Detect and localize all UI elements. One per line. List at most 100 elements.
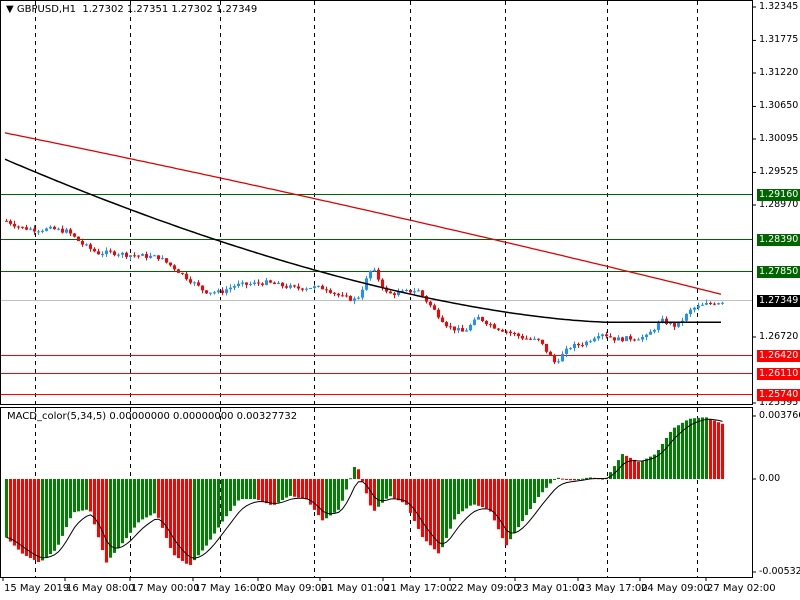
price-axis-label: 1.30650 <box>759 100 799 112</box>
candle-body <box>317 285 320 287</box>
macd-bar <box>441 479 444 548</box>
time-axis-label: 17 May 00:00 <box>131 583 200 594</box>
candle-body <box>73 233 76 237</box>
candle-body <box>201 285 204 291</box>
macd-bar <box>569 479 572 481</box>
candle-body <box>193 282 196 284</box>
time-axis-label: 22 May 09:00 <box>451 583 520 594</box>
candle-body <box>505 331 508 333</box>
macd-bar <box>429 479 432 546</box>
candle-body <box>117 254 120 256</box>
macd-bar <box>125 479 128 539</box>
macd-bar <box>425 479 428 542</box>
macd-bar <box>237 479 240 501</box>
macd-bar <box>561 478 564 480</box>
candle-body <box>517 333 520 337</box>
candle-body <box>49 226 52 229</box>
candle-body <box>325 289 328 291</box>
macd-bar <box>273 479 276 505</box>
macd-bar <box>289 479 292 496</box>
macd-bar <box>217 479 220 528</box>
macd-bar <box>149 479 152 516</box>
macd-bar <box>85 479 88 510</box>
macd-bar <box>489 479 492 512</box>
macd-bar <box>129 479 132 533</box>
candle-body <box>61 228 64 233</box>
time-axis-label: 20 May 09:00 <box>259 583 328 594</box>
macd-title: MACD_color(5,34,5) 0.00000000 0.00000000… <box>7 411 298 422</box>
candle-body <box>633 339 636 341</box>
candle-body <box>393 293 396 296</box>
macd-bar <box>121 479 124 544</box>
candle-body <box>665 318 668 324</box>
candle-body <box>645 334 648 337</box>
candle-body <box>541 339 544 344</box>
candle-body <box>701 304 704 306</box>
macd-bar <box>361 479 364 482</box>
candle-body <box>245 282 248 285</box>
time-axis-label: 27 May 02:00 <box>707 583 776 594</box>
macd-bar <box>641 460 644 479</box>
dropdown-triangle-icon[interactable]: ▼ <box>6 4 14 15</box>
macd-bar <box>349 478 352 480</box>
macd-bar <box>721 423 724 479</box>
candle-body <box>289 285 292 288</box>
candle-body <box>545 343 548 352</box>
macd-bar <box>185 479 188 564</box>
macd-bar <box>521 479 524 522</box>
candle-body <box>557 361 560 363</box>
macd-bar <box>105 479 108 563</box>
time-axis-label: 21 May 01:00 <box>321 583 390 594</box>
candle-body <box>585 341 588 346</box>
candle-body <box>69 229 72 234</box>
candle-body <box>429 301 432 306</box>
candle-body <box>617 337 620 341</box>
macd-bar <box>637 461 640 479</box>
macd-bar <box>169 479 172 548</box>
candle-body <box>637 339 640 341</box>
candle-body <box>85 244 88 246</box>
macd-bar <box>21 479 24 554</box>
macd-bar <box>97 479 100 538</box>
candle-body <box>433 305 436 310</box>
candle-body <box>285 286 288 288</box>
candle-body <box>361 289 364 298</box>
candle-body <box>105 250 108 255</box>
macd-bar <box>625 455 628 479</box>
candle-body <box>641 336 644 340</box>
price-axis-label: 1.31775 <box>759 34 799 46</box>
candle-body <box>169 262 172 266</box>
macd-bar <box>73 479 76 513</box>
macd-bar <box>701 417 704 479</box>
macd-bar <box>33 479 36 560</box>
candle-body <box>57 228 60 230</box>
candle-body <box>709 303 712 305</box>
macd-bar <box>545 479 548 488</box>
candle-body <box>305 288 308 290</box>
macd-bar <box>245 479 248 500</box>
macd-bar <box>5 479 8 538</box>
candle-body <box>589 341 592 343</box>
macd-bar <box>89 479 92 512</box>
macd-bar <box>529 479 532 510</box>
macd-bar <box>577 479 580 480</box>
candle-body <box>277 282 280 285</box>
time-axis-label: 21 May 17:00 <box>384 583 453 594</box>
macd-bar <box>541 479 544 493</box>
candle-body <box>261 283 264 285</box>
macd-bar <box>141 479 144 520</box>
candle-body <box>125 252 128 257</box>
candle-body <box>225 289 228 293</box>
macd-axis-label: 0.0037667 <box>759 410 800 421</box>
candle-body <box>165 258 168 263</box>
candle-body <box>477 317 480 320</box>
candle-body <box>45 228 48 231</box>
chart-canvas[interactable] <box>0 0 800 600</box>
level-label-bid: 1.27349 <box>757 294 800 307</box>
macd-bar <box>189 479 192 565</box>
macd-bar <box>49 479 52 555</box>
macd-bar <box>417 479 420 529</box>
candle-body <box>565 348 568 354</box>
symbol-timeframe: GBPUSD,H1 <box>16 4 76 15</box>
macd-bar <box>473 479 476 505</box>
